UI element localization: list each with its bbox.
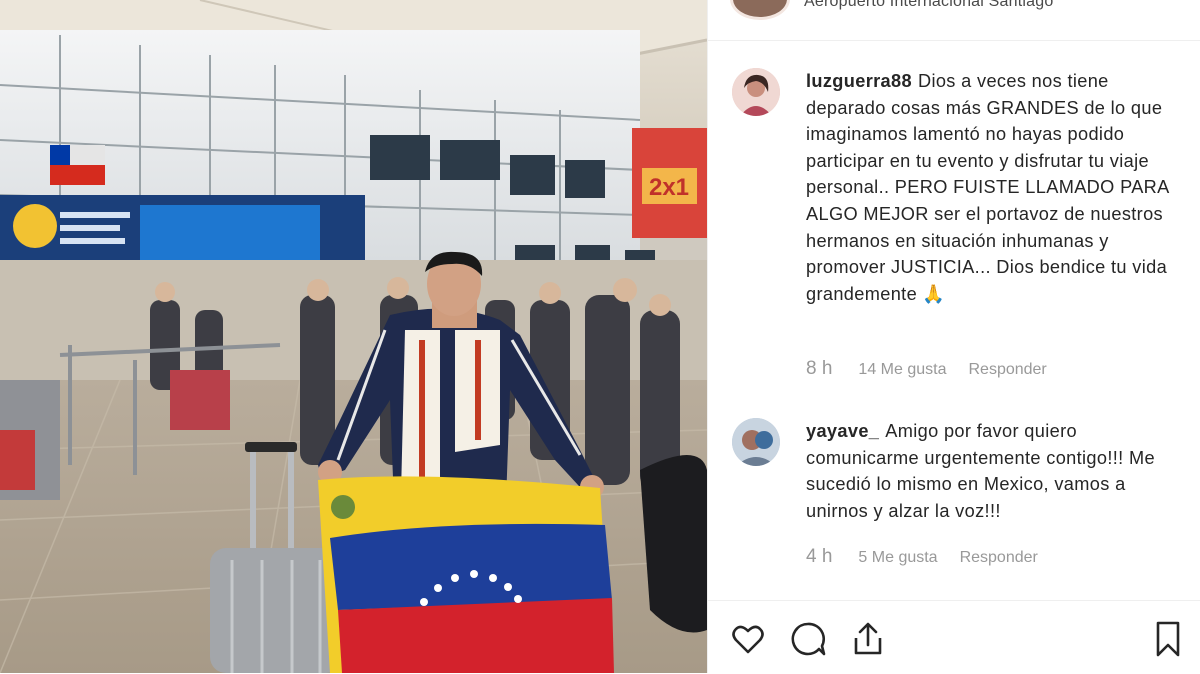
comment-body: luzguerra88 Dios a veces nos tiene depara… — [806, 68, 1171, 307]
comment-body: yayave_ Amigo por favor quiero comunicarm… — [806, 418, 1171, 524]
post-side-panel: Aeropuerto Internacional Santiago luzgue… — [707, 0, 1200, 673]
comment-age[interactable]: 4 h — [806, 546, 832, 568]
commenter-avatar[interactable] — [732, 418, 780, 466]
comment-meta: 4 h 5 Me gusta Responder — [806, 546, 1038, 568]
comment-likes[interactable]: 14 Me gusta — [858, 361, 946, 379]
commenter-avatar[interactable] — [732, 68, 780, 116]
bookmark-icon[interactable] — [1148, 619, 1188, 659]
author-avatar[interactable] — [730, 0, 790, 20]
comment-likes[interactable]: 5 Me gusta — [858, 549, 937, 567]
comment-item: yayave_ Amigo por favor quiero comunicarm… — [708, 418, 1200, 578]
post-header: Aeropuerto Internacional Santiago — [708, 0, 1200, 41]
post-action-bar — [708, 600, 1200, 674]
heart-icon[interactable] — [728, 619, 768, 659]
comment-item: luzguerra88 Dios a veces nos tiene depara… — [708, 66, 1200, 386]
reply-button[interactable]: Responder — [968, 361, 1046, 379]
comment-username[interactable]: luzguerra88 — [806, 71, 912, 91]
reply-button[interactable]: Responder — [960, 549, 1038, 567]
comment-bubble-icon[interactable] — [788, 619, 828, 659]
comment-meta: 8 h 14 Me gusta Responder — [806, 358, 1047, 380]
comment-username[interactable]: yayave_ — [806, 421, 879, 441]
comment-text: Dios a veces nos tiene deparado cosas má… — [806, 71, 1169, 304]
comment-age[interactable]: 8 h — [806, 358, 832, 380]
airport-scene: 2x1 — [0, 0, 707, 673]
post-location[interactable]: Aeropuerto Internacional Santiago — [804, 0, 1053, 11]
post-photo[interactable]: 2x1 — [0, 0, 707, 673]
promo-sign-text: 2x1 — [649, 174, 689, 201]
share-icon[interactable] — [848, 619, 888, 659]
